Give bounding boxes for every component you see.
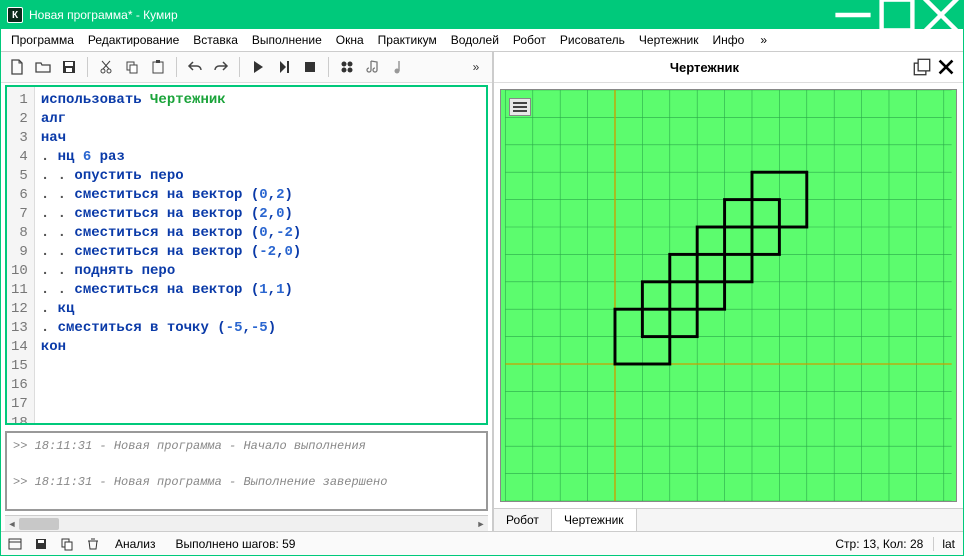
status-cursor-pos: Стр: 13, Кол: 28: [825, 537, 933, 551]
menu-item-водолей[interactable]: Водолей: [445, 31, 505, 49]
left-pane: » 123456789101112131415161718 использова…: [1, 52, 493, 531]
close-panel-icon[interactable]: [937, 58, 955, 76]
main-area: » 123456789101112131415161718 использова…: [1, 52, 963, 531]
status-analysis: Анализ: [105, 537, 166, 551]
menu-item-программа[interactable]: Программа: [5, 31, 80, 49]
right-pane-title: Чертежник: [502, 60, 907, 75]
step-icon[interactable]: [272, 55, 296, 79]
maximize-button[interactable]: [875, 1, 919, 29]
detach-icon[interactable]: [913, 58, 931, 76]
drawing-canvas[interactable]: [500, 89, 957, 502]
note-icon[interactable]: [387, 55, 411, 79]
open-file-icon[interactable]: [31, 55, 55, 79]
scroll-left-icon[interactable]: ◄: [5, 516, 19, 531]
canvas-wrap: [494, 83, 963, 508]
menu-item-редактирование[interactable]: Редактирование: [82, 31, 185, 49]
status-save-icon[interactable]: [29, 534, 53, 554]
scroll-right-icon[interactable]: ►: [474, 516, 488, 531]
menubar: ПрограммаРедактированиеВставкаВыполнение…: [1, 29, 963, 52]
menu-item-выполнение[interactable]: Выполнение: [246, 31, 328, 49]
app-icon: К: [7, 7, 23, 23]
menu-item-робот[interactable]: Робот: [507, 31, 552, 49]
run-icon[interactable]: [246, 55, 270, 79]
menu-item-инфо[interactable]: Инфо: [707, 31, 751, 49]
menu-item-чертежник[interactable]: Чертежник: [633, 31, 705, 49]
copy-icon[interactable]: [120, 55, 144, 79]
tab-робот[interactable]: Робот: [494, 509, 552, 531]
status-copy-icon[interactable]: [55, 534, 79, 554]
line-gutter: 123456789101112131415161718: [7, 87, 35, 423]
statusbar: Анализ Выполнено шагов: 59 Стр: 13, Кол:…: [1, 531, 963, 555]
music-icon[interactable]: [361, 55, 385, 79]
canvas-menu-icon[interactable]: [509, 98, 531, 116]
titlebar: К Новая программа* - Кумир: [1, 1, 963, 29]
status-console-icon[interactable]: [3, 534, 27, 554]
status-lang[interactable]: lat: [933, 537, 963, 551]
console-output[interactable]: >> 18:11:31 - Новая программа - Начало в…: [5, 431, 488, 511]
code-area[interactable]: использовать Чертежникалгнач. нц 6 раз. …: [35, 87, 486, 423]
window-controls: [831, 1, 963, 29]
toolbar-more-icon[interactable]: »: [464, 55, 488, 79]
right-tabs: РоботЧертежник: [494, 508, 963, 531]
cut-icon[interactable]: [94, 55, 118, 79]
status-steps: Выполнено шагов: 59: [166, 537, 306, 551]
window-title: Новая программа* - Кумир: [29, 8, 831, 22]
menu-item-практикум[interactable]: Практикум: [372, 31, 443, 49]
stop-icon[interactable]: [298, 55, 322, 79]
close-button[interactable]: [919, 1, 963, 29]
scroll-thumb[interactable]: [19, 518, 59, 530]
menu-item-рисователь[interactable]: Рисователь: [554, 31, 631, 49]
horizontal-scrollbar[interactable]: ◄ ►: [5, 515, 488, 531]
tab-чертежник[interactable]: Чертежник: [552, 509, 637, 531]
status-trash-icon[interactable]: [81, 534, 105, 554]
minimize-button[interactable]: [831, 1, 875, 29]
save-icon[interactable]: [57, 55, 81, 79]
code-editor[interactable]: 123456789101112131415161718 использовать…: [5, 85, 488, 425]
menu-more-icon[interactable]: »: [754, 31, 773, 49]
menu-item-вставка[interactable]: Вставка: [187, 31, 244, 49]
toolbar: »: [1, 52, 492, 83]
menu-item-окна[interactable]: Окна: [330, 31, 370, 49]
right-pane: Чертежник РоботЧертежник: [493, 52, 963, 531]
new-file-icon[interactable]: [5, 55, 29, 79]
redo-icon[interactable]: [209, 55, 233, 79]
paste-icon[interactable]: [146, 55, 170, 79]
undo-icon[interactable]: [183, 55, 207, 79]
right-header: Чертежник: [494, 52, 963, 83]
canvas-svg: [501, 90, 956, 501]
actors-icon[interactable]: [335, 55, 359, 79]
